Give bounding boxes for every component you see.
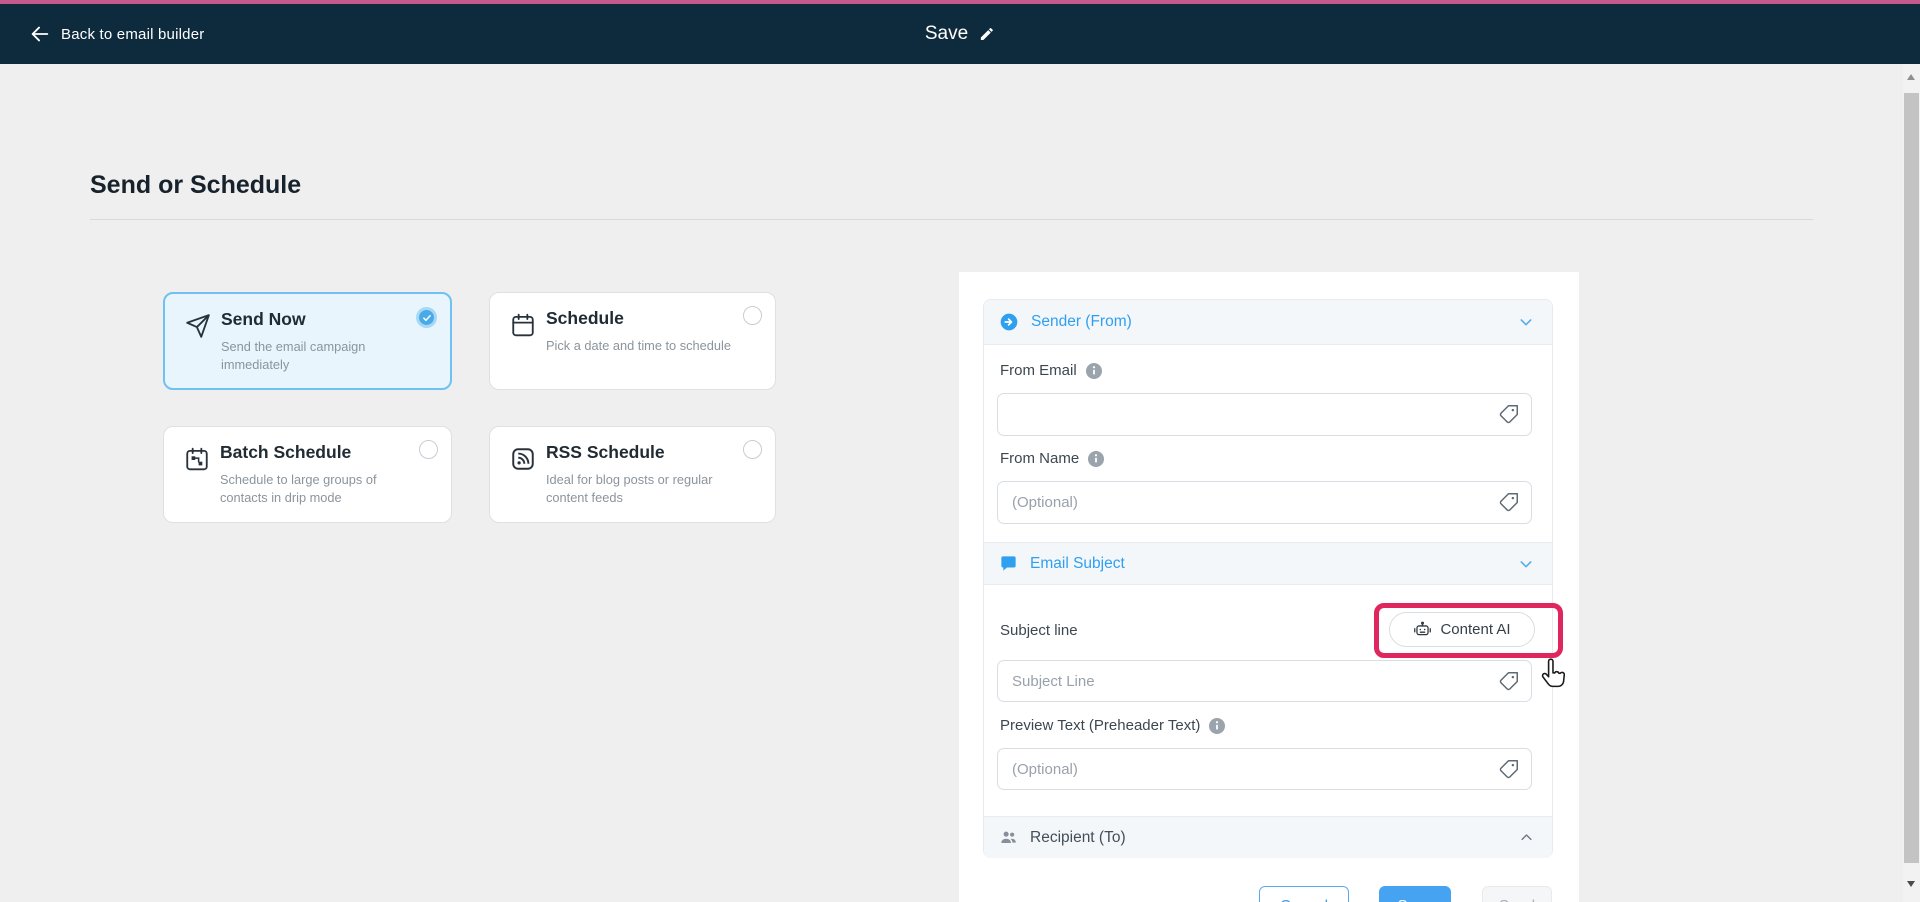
topbar: Back to email builder Save [0,4,1920,64]
info-icon[interactable] [1088,450,1105,467]
section-header-sender[interactable]: Sender (From) [984,300,1552,345]
panel-actions: Cancel Save Send [959,886,1553,902]
card-description: Pick a date and time to schedule [546,338,731,353]
tag-icon[interactable] [1498,671,1519,692]
cancel-button[interactable]: Cancel [1259,886,1349,902]
pencil-icon [979,26,995,42]
chevron-down-icon[interactable] [1518,556,1534,572]
robot-icon [1413,620,1432,639]
mouse-cursor-pointer [1537,658,1567,697]
chevron-down-icon[interactable] [1518,314,1534,330]
section-title: Sender (From) [1031,313,1132,330]
vertical-scrollbar[interactable] [1903,64,1920,902]
chevron-up-icon[interactable] [1519,830,1534,845]
card-title: Batch Schedule [220,442,352,462]
send-icon [185,313,211,339]
rss-icon [510,446,536,472]
card-description: Ideal for blog posts or regular content … [546,472,713,505]
save-button[interactable]: Save [1379,886,1451,902]
option-card-schedule[interactable]: Schedule Pick a date and time to schedul… [489,292,776,390]
section-title: Recipient (To) [1030,828,1126,846]
preview-text-label-row: Preview Text (Preheader Text) [1000,717,1226,734]
info-icon[interactable] [1209,717,1226,734]
option-card-batch-schedule[interactable]: Batch Schedule Schedule to large groups … [163,426,452,523]
radio-check-icon [419,310,434,325]
radio-rss-schedule[interactable] [743,440,762,459]
from-name-label: From Name [1000,450,1080,467]
tag-icon[interactable] [1498,404,1519,425]
info-icon[interactable] [1085,362,1102,379]
card-title: RSS Schedule [546,442,665,462]
radio-schedule[interactable] [743,306,762,325]
option-card-send-now[interactable]: Send Now Send the email campaign immedia… [163,292,452,390]
from-email-label-row: From Email [1000,362,1102,379]
from-email-input[interactable] [997,393,1532,436]
content-ai-label: Content AI [1440,621,1511,638]
settings-sections: Sender (From) From Email From Name (Opti… [983,299,1566,858]
radio-send-now[interactable] [416,307,437,328]
arrow-right-circle-icon [999,312,1019,332]
card-title: Schedule [546,308,624,328]
subject-line-input[interactable] [997,660,1532,702]
scrollbar-down-arrow[interactable] [1907,881,1915,887]
preview-text-input[interactable] [997,748,1532,790]
back-label: Back to email builder [61,25,205,43]
option-card-rss-schedule[interactable]: RSS Schedule Ideal for blog posts or reg… [489,426,776,523]
radio-batch-schedule[interactable] [419,440,438,459]
users-icon [999,828,1018,847]
content-ai-button[interactable]: Content AI [1389,612,1535,647]
batch-calendar-icon [184,446,210,472]
from-email-label: From Email [1000,362,1077,379]
card-description: Schedule to large groups of contacts in … [220,472,377,505]
section-header-email-subject[interactable]: Email Subject [984,542,1552,585]
page-title: Send or Schedule [90,171,302,199]
card-title: Send Now [221,309,306,329]
from-name-input[interactable] [997,481,1532,524]
send-settings-panel: Sender (From) From Email From Name (Opti… [959,272,1579,902]
arrow-left-icon [29,23,51,45]
from-name-label-row: From Name [1000,450,1105,467]
campaign-title-editor[interactable]: Save [925,23,995,45]
calendar-icon [510,312,536,338]
campaign-title: Save [924,23,969,44]
divider [90,219,1813,220]
scrollbar-up-arrow[interactable] [1907,74,1915,80]
section-title: Email Subject [1030,554,1125,572]
scrollbar-thumb[interactable] [1904,93,1919,863]
preview-text-label: Preview Text (Preheader Text) [1000,717,1201,734]
send-button[interactable]: Send [1482,886,1552,902]
subject-line-label-row: Subject line [1000,622,1078,639]
tag-icon[interactable] [1498,759,1519,780]
card-description: Send the email campaign immediately [221,339,366,372]
back-to-builder-link[interactable]: Back to email builder [29,23,204,45]
top-accent-stripe [0,0,1920,4]
message-square-icon [999,554,1018,573]
subject-line-label: Subject line [1000,622,1078,639]
main-content: Send or Schedule Send Now Send the email… [0,64,1903,902]
tag-icon[interactable] [1498,492,1519,513]
section-header-recipient[interactable]: Recipient (To) [984,816,1552,858]
